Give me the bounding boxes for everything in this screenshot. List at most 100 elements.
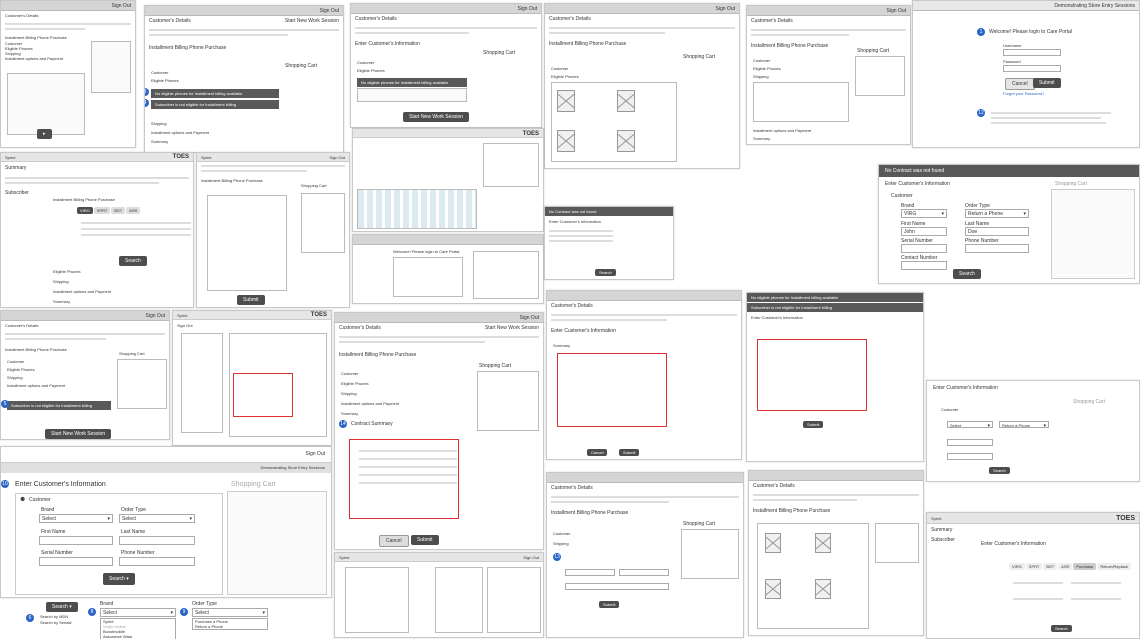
cancel-button[interactable]: Cancel: [379, 535, 409, 547]
step-eligible[interactable]: Eligible Phones: [151, 78, 179, 83]
sign-out-link[interactable]: Sign Out: [887, 8, 906, 14]
brand-select[interactable]: VIRG: [901, 209, 947, 218]
brand-tab-bst[interactable]: BST: [1043, 563, 1058, 570]
search-button[interactable]: Search: [953, 269, 981, 279]
last-name-input[interactable]: [119, 536, 195, 545]
brand-tab-sprt[interactable]: SPRT: [93, 207, 111, 214]
contact-number-input[interactable]: [901, 261, 947, 270]
search-button[interactable]: Search: [1051, 625, 1072, 632]
step-customer[interactable]: Customer: [551, 66, 568, 71]
search-button[interactable]: Search: [595, 269, 616, 276]
step-shipping[interactable]: Shipping: [53, 279, 69, 284]
sign-out-link[interactable]: Sign Out: [518, 6, 537, 12]
step-summary[interactable]: Summary: [753, 136, 770, 141]
step-shipping[interactable]: Shipping: [753, 74, 769, 79]
submit-button[interactable]: Submit: [411, 535, 439, 545]
order-tab-return[interactable]: Return/Replace: [1097, 563, 1132, 570]
step-options[interactable]: Installment options and Payment: [53, 289, 111, 294]
login-submit-button[interactable]: Submit: [1033, 78, 1061, 88]
submit-button[interactable]: Submit: [599, 601, 620, 608]
order-tab-purchase[interactable]: Purchase: [1073, 563, 1097, 570]
serial-number-input[interactable]: [947, 453, 993, 460]
order-type-dropdown[interactable]: Select: [192, 608, 268, 617]
serial-number-input[interactable]: [901, 244, 947, 253]
brand-tab-asr[interactable]: ASR: [1058, 563, 1073, 570]
cancel-button[interactable]: Cancel: [587, 449, 608, 456]
first-name-input[interactable]: John: [901, 227, 947, 236]
order-type-select[interactable]: Select: [119, 514, 195, 523]
submit-button-a[interactable]: ▸: [37, 129, 52, 139]
order-option-return[interactable]: Return a Phone: [193, 624, 267, 629]
brand-tab-bst[interactable]: BST: [111, 207, 126, 214]
sign-out-link[interactable]: Sign Out: [173, 320, 331, 331]
first-name-input[interactable]: [565, 569, 615, 576]
brand-select[interactable]: Select: [39, 514, 113, 523]
submit-button[interactable]: Submit: [619, 449, 640, 456]
submit-order-button[interactable]: Submit: [237, 295, 265, 305]
sign-out-link[interactable]: Sign Out: [520, 315, 539, 321]
brand-tab-virg[interactable]: VIRG: [77, 207, 93, 214]
search-button[interactable]: Search ▾: [103, 573, 135, 585]
step-summary[interactable]: Summary: [53, 299, 70, 304]
step-shipping[interactable]: Shipping: [7, 375, 23, 380]
sign-out-link[interactable]: Sign Out: [146, 313, 165, 319]
search-by-mdn-option[interactable]: Search by MDN: [40, 614, 68, 619]
step-options[interactable]: Installment options and Payment: [151, 130, 209, 135]
search-by-serial-option[interactable]: Search by Serial#: [40, 620, 72, 625]
search-button[interactable]: Search: [989, 467, 1010, 474]
step-shipping[interactable]: Shipping: [341, 391, 357, 396]
step-customer[interactable]: Customer: [553, 531, 570, 536]
step-eligible[interactable]: Eligible Phones: [357, 68, 385, 73]
sign-out-link[interactable]: Sign Out: [1, 447, 331, 463]
serial-number-input[interactable]: [39, 557, 113, 566]
sign-out-link[interactable]: Sign Out: [112, 3, 131, 9]
sign-out-link[interactable]: Sign Out: [716, 6, 735, 12]
step-customer[interactable]: Customer: [753, 58, 770, 63]
step-options[interactable]: Installment options and Payment: [7, 383, 65, 388]
brand-dropdown[interactable]: Select: [100, 608, 176, 617]
step-customer[interactable]: Customer: [341, 371, 358, 376]
start-session-button[interactable]: Start New Work Session: [45, 429, 112, 439]
sign-out-link[interactable]: Sign Out: [320, 8, 339, 14]
first-name-input[interactable]: [39, 536, 113, 545]
start-session-button[interactable]: Start New Work Session: [403, 112, 470, 122]
step-summary[interactable]: Summary: [341, 411, 358, 416]
sign-out-link[interactable]: Sign Out: [329, 153, 345, 161]
step-options[interactable]: Installment options and Payment: [753, 128, 811, 133]
brand-option-assurance[interactable]: Assurance Wala: [101, 634, 175, 639]
step-options[interactable]: Installment options and Payment: [341, 401, 399, 406]
submit-button[interactable]: Submit: [803, 421, 824, 428]
step-summary[interactable]: Summary: [553, 343, 570, 348]
step-options[interactable]: Installment options and Payment: [5, 56, 85, 61]
step-phones[interactable]: Eligible Phones: [53, 269, 81, 274]
address-input[interactable]: [565, 583, 669, 590]
step-eligible[interactable]: Eligible Phones: [753, 66, 781, 71]
order-type-select[interactable]: Return a Phone: [999, 421, 1049, 430]
step-customer[interactable]: Customer: [7, 359, 24, 364]
step-shipping[interactable]: Shipping: [151, 121, 167, 126]
username-input[interactable]: [1003, 49, 1061, 56]
cancel-button[interactable]: Cancel: [1005, 78, 1035, 90]
step-shipping[interactable]: Shipping: [553, 541, 569, 546]
sign-out-link[interactable]: Sign Out: [523, 553, 539, 561]
order-type-select[interactable]: Return a Phone: [965, 209, 1029, 218]
step-eligible[interactable]: Eligible Phones: [7, 367, 35, 372]
step-eligible[interactable]: Eligible Phones: [551, 74, 579, 79]
new-session-link[interactable]: Start New Work Session: [285, 18, 339, 24]
search-dropdown-button[interactable]: Search ▾: [46, 602, 78, 612]
phone-number-input[interactable]: [965, 244, 1029, 253]
forgot-password-link[interactable]: Forgot your Password?: [1003, 91, 1044, 96]
new-session-link[interactable]: Start New Work Session: [485, 325, 539, 331]
last-name-input[interactable]: Doe: [965, 227, 1029, 236]
search-button[interactable]: Search: [119, 256, 147, 266]
brand-select[interactable]: Select: [947, 421, 993, 430]
step-eligible[interactable]: Eligible Phones: [341, 381, 369, 386]
step-summary[interactable]: Summary: [151, 139, 168, 144]
first-name-input[interactable]: [947, 439, 993, 446]
step-customer[interactable]: Customer: [357, 60, 374, 65]
brand-tab-sprt[interactable]: SPRT: [1025, 563, 1043, 570]
last-name-input[interactable]: [619, 569, 669, 576]
brand-tab-asr[interactable]: ASR: [126, 207, 141, 214]
step-customer[interactable]: Customer: [151, 70, 168, 75]
brand-tab-virg[interactable]: VIRG: [1009, 563, 1025, 570]
